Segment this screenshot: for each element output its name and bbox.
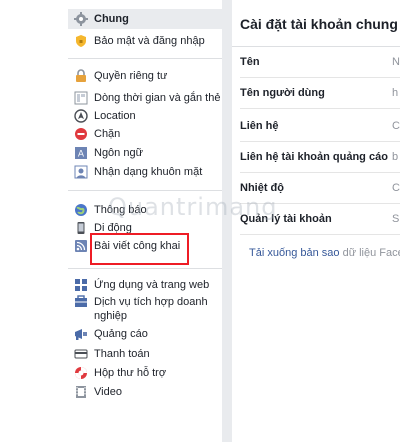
sidebar-item-label: Quảng cáo [94, 328, 148, 340]
sidebar-item-privacy[interactable]: Quyền riêng tư [68, 66, 222, 86]
download-copy-link[interactable]: Tải xuống bản sao [249, 247, 340, 259]
mobile-icon [74, 221, 88, 235]
ads-icon [74, 327, 88, 341]
gear-icon [74, 12, 88, 26]
sidebar-divider [68, 268, 222, 269]
globe-icon [74, 203, 88, 217]
sidebar-item-security[interactable]: Bảo mật và đăng nhập [68, 31, 222, 51]
sidebar-item-general[interactable]: Chung [68, 9, 222, 29]
download-copy-text: dữ liệu Faceb [342, 247, 400, 259]
sidebar-item-label: Video [94, 386, 122, 398]
settings-row-name[interactable]: Tên N [240, 47, 400, 78]
shield-icon [74, 34, 88, 48]
sidebar-item-label: Dòng thời gian và gắn thẻ [94, 92, 221, 104]
setting-label: Tên người dùng [240, 87, 325, 99]
setting-value: N [392, 56, 400, 68]
setting-value: C [392, 182, 400, 194]
sidebar-item-label: Chặn [94, 128, 121, 140]
setting-label: Liên hệ tài khoản quảng cáo [240, 151, 388, 163]
timeline-icon [74, 91, 88, 105]
sidebar-item-label: Thanh toán [94, 348, 150, 360]
sidebar-item-language[interactable]: A Ngôn ngữ [68, 143, 222, 163]
sidebar-item-label: Ứng dụng và trang web [94, 279, 210, 291]
rss-icon [74, 239, 88, 253]
sidebar-divider [68, 58, 222, 59]
sidebar-item-label: Ngôn ngữ [94, 147, 143, 159]
svg-text:A: A [78, 150, 85, 160]
sidebar-item-label: Nhận dạng khuôn mặt [94, 166, 203, 178]
sidebar-item-label: Quyền riêng tư [94, 70, 168, 82]
sidebar-item-payments[interactable]: Thanh toán [68, 344, 222, 364]
setting-value: b [392, 151, 399, 163]
setting-value: S [392, 213, 400, 225]
sidebar-item-business-integrations[interactable]: Dịch vụ tích hợp doanh nghiệp [68, 292, 222, 324]
language-icon: A [74, 146, 88, 160]
video-icon [74, 385, 88, 399]
settings-sidebar: Chung Bảo mật và đăng nhập Quyền riêng t… [0, 0, 222, 442]
watermark-text: Quantrimang [108, 193, 278, 221]
business-icon [74, 295, 88, 309]
face-recognition-icon [74, 165, 88, 179]
sidebar-item-support-inbox[interactable]: Hộp thư hỗ trợ [68, 363, 222, 383]
location-icon [74, 109, 88, 123]
payment-icon [74, 347, 88, 361]
sidebar-item-ads[interactable]: Quảng cáo [68, 324, 222, 344]
sidebar-item-face-recognition[interactable]: Nhận dạng khuôn mặt [68, 162, 222, 182]
block-icon [74, 127, 88, 141]
sidebar-item-blocking[interactable]: Chặn [68, 124, 222, 144]
setting-value: Ch [392, 120, 400, 132]
apps-icon [74, 278, 88, 292]
sidebar-item-video[interactable]: Video [68, 382, 222, 402]
sidebar-item-label: Hộp thư hỗ trợ [94, 367, 167, 379]
settings-row-username[interactable]: Tên người dùng h [240, 78, 400, 109]
settings-row-ad-account-contact[interactable]: Liên hệ tài khoản quảng cáo b [240, 142, 400, 173]
settings-row-contact[interactable]: Liên hệ Ch [240, 111, 400, 142]
sidebar-item-label: Location [94, 110, 136, 122]
setting-value: h [392, 87, 399, 99]
sidebar-item-label: Chung [94, 13, 129, 25]
page-title: Cài đặt tài khoản chung [240, 16, 398, 32]
setting-label: Liên hệ [240, 120, 279, 132]
sidebar-item-timeline-tagging[interactable]: Dòng thời gian và gắn thẻ [68, 88, 222, 108]
support-lifebuoy-icon [74, 366, 88, 380]
lock-icon [74, 69, 88, 83]
sidebar-item-location[interactable]: Location [68, 106, 222, 126]
sidebar-divider [68, 190, 222, 191]
general-settings-panel: Cài đặt tài khoản chung Tên N Tên người … [232, 0, 400, 442]
highlight-annotation-box [90, 233, 189, 265]
download-data-line: Tải xuống bản sao dữ liệu Faceb [249, 247, 400, 259]
setting-label: Tên [240, 56, 260, 68]
sidebar-item-label: Bảo mật và đăng nhập [94, 35, 205, 47]
sidebar-item-label: Dịch vụ tích hợp doanh nghiệp [94, 296, 208, 322]
